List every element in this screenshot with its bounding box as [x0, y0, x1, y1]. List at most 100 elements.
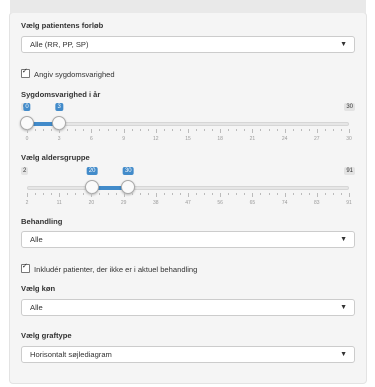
slider-tick-label: 29 — [120, 200, 127, 206]
slider-tick-label: 56 — [217, 200, 223, 206]
checkbox-checked-icon[interactable] — [21, 67, 30, 78]
slider-low-handle[interactable] — [85, 180, 100, 194]
treatment-label: Behandling — [21, 217, 63, 226]
slider-tick — [27, 193, 28, 197]
slider-minor-tick — [51, 193, 53, 195]
slider-tick-label: 3 — [57, 136, 61, 142]
slider-minor-tick — [83, 129, 85, 131]
slider-tick-label: 47 — [185, 200, 191, 206]
slider-minor-tick — [171, 129, 173, 131]
slider-minor-tick — [236, 193, 238, 195]
slider-tick — [220, 193, 222, 197]
slider-minor-tick — [171, 193, 173, 195]
slider-track[interactable] — [27, 186, 349, 190]
slider-minor-tick — [260, 193, 262, 195]
slider-minor-tick — [340, 129, 342, 131]
slider-minor-tick — [212, 193, 214, 195]
slider-minor-tick — [75, 193, 77, 195]
slider-tick-label: 21 — [249, 136, 256, 142]
slider-minor-tick — [147, 129, 149, 131]
graph-type-select[interactable]: Horisontalt søjlediagram ▼ — [21, 346, 355, 363]
slider-tick — [123, 129, 125, 133]
slider-minor-tick — [83, 193, 85, 195]
slider-minor-tick — [196, 193, 198, 195]
slider-minor-tick — [43, 193, 45, 195]
slider-low-value: 0 — [23, 103, 31, 111]
duration-checkbox-label: Angiv sygdomsvarighed — [34, 70, 115, 79]
slider-tick — [349, 193, 350, 197]
slider-tick-label: 0 — [25, 136, 29, 142]
slider-tick-label: 83 — [314, 200, 320, 206]
slider-minor-tick — [292, 193, 294, 195]
course-select[interactable]: Alle (RR, PP, SP) ▼ — [21, 36, 355, 53]
course-label: Vælg patientens forløb — [21, 21, 104, 30]
treatment-select-value: Alle — [30, 235, 43, 244]
slider-tick — [349, 129, 350, 133]
duration-slider[interactable]: 0 30 0 3 0 3 6 9 12 15 18 21 24 27 30 — [20, 99, 355, 147]
include-inactive-checkbox[interactable]: Inkludér patienter, der ikke er i aktuel… — [21, 262, 198, 274]
slider-minor-tick — [340, 193, 342, 195]
slider-minor-tick — [276, 193, 278, 195]
slider-tick-label: 38 — [153, 200, 159, 206]
slider-minor-tick — [179, 129, 181, 131]
slider-minor-tick — [115, 129, 117, 131]
slider-minor-tick — [268, 193, 270, 195]
sidebar-panel: Vælg patientens forløb Alle (RR, PP, SP)… — [9, 0, 367, 384]
slider-minor-tick — [115, 193, 117, 195]
slider-minor-tick — [163, 193, 165, 195]
slider-tick — [155, 193, 157, 197]
slider-track[interactable] — [27, 122, 349, 126]
age-slider-label: Vælg aldersgruppe — [21, 153, 90, 162]
slider-minor-tick — [147, 193, 149, 195]
slider-minor-tick — [163, 129, 165, 131]
slider-minor-tick — [139, 129, 141, 131]
gender-label: Vælg køn — [21, 284, 56, 293]
checkbox-checked-icon[interactable] — [21, 262, 30, 273]
slider-tick — [59, 129, 61, 133]
slider-minor-tick — [332, 193, 334, 195]
slider-high-handle[interactable] — [52, 116, 67, 130]
duration-checkbox[interactable]: Angiv sygdomsvarighed — [21, 67, 115, 79]
slider-tick — [188, 193, 189, 197]
slider-minor-tick — [67, 129, 69, 131]
slider-tick-label: 30 — [346, 136, 352, 142]
slider-tick — [284, 129, 286, 133]
slider-minor-tick — [67, 193, 69, 195]
slider-minor-tick — [324, 129, 326, 131]
slider-low-value: 20 — [86, 167, 98, 175]
slider-tick-labels: 0 3 6 9 12 15 18 21 24 27 30 — [21, 136, 355, 144]
graph-type-label: Vælg graftype — [21, 331, 72, 340]
chevron-down-icon: ▼ — [340, 41, 347, 48]
slider-minor-tick — [204, 129, 206, 131]
chevron-down-icon: ▼ — [340, 236, 347, 243]
slider-tick — [188, 129, 189, 133]
slider-min-label: 2 — [21, 167, 29, 175]
slider-minor-tick — [228, 193, 230, 195]
slider-tick-label: 65 — [249, 200, 256, 206]
gender-select[interactable]: Alle ▼ — [21, 299, 355, 316]
slider-minor-tick — [51, 129, 53, 131]
slider-tick-label: 9 — [122, 136, 125, 142]
age-slider[interactable]: 2 91 20 30 2 11 20 29 38 47 56 65 74 83 91 — [21, 163, 355, 211]
slider-tick — [284, 193, 286, 197]
slider-max-label: 91 — [344, 167, 355, 175]
slider-minor-tick — [35, 129, 37, 131]
duration-slider-label: Sygdomsvarighed i år — [21, 90, 101, 99]
slider-minor-tick — [308, 193, 310, 195]
slider-tick — [27, 129, 28, 133]
slider-minor-tick — [236, 129, 238, 131]
slider-tick — [252, 129, 254, 133]
slider-tick-label: 15 — [185, 136, 191, 142]
slider-tick — [91, 129, 93, 133]
include-inactive-label: Inkludér patienter, der ikke er i aktuel… — [34, 265, 198, 274]
chevron-down-icon: ▼ — [340, 304, 347, 311]
slider-minor-tick — [244, 193, 246, 195]
slider-tick-label: 2 — [25, 200, 29, 206]
slider-max-label: 30 — [344, 103, 355, 111]
slider-high-handle[interactable] — [121, 180, 136, 194]
slider-low-handle[interactable] — [20, 116, 34, 130]
slider-tick-label: 24 — [281, 136, 288, 142]
slider-high-value: 30 — [122, 167, 134, 175]
treatment-select[interactable]: Alle ▼ — [21, 231, 355, 248]
chevron-down-icon: ▼ — [340, 351, 347, 358]
